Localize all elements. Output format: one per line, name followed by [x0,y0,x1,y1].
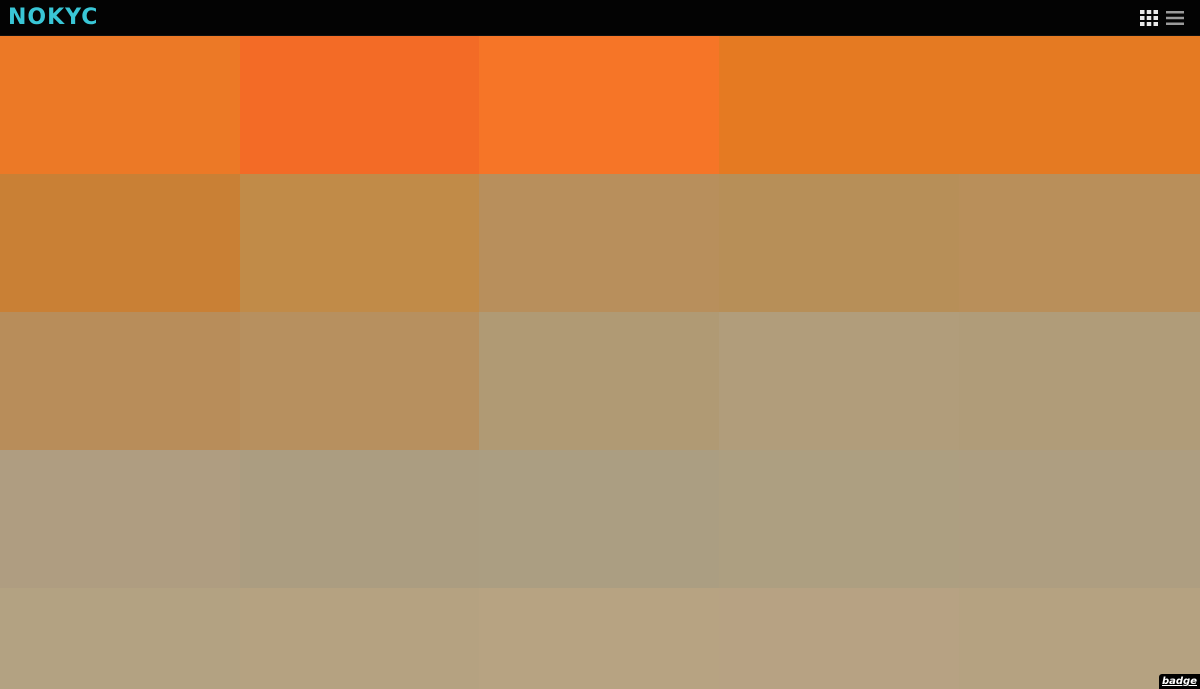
color-tile[interactable] [959,174,1200,312]
color-tile[interactable] [959,450,1200,588]
logo[interactable]: NOKYC [8,6,98,30]
logo-text: NOKYC [8,5,99,30]
color-tile[interactable] [240,312,479,450]
badge-link[interactable]: badge [1158,674,1200,689]
hamburger-menu-icon[interactable] [1166,9,1184,27]
color-tile[interactable] [479,450,719,588]
grid-icon[interactable] [1140,9,1158,27]
color-tile[interactable] [719,174,959,312]
color-tile[interactable] [240,174,479,312]
color-tile[interactable] [959,36,1200,174]
color-tile[interactable] [719,36,959,174]
color-tile[interactable] [719,588,959,689]
color-palette-grid [0,36,1200,689]
color-tile[interactable] [479,174,719,312]
color-tile[interactable] [479,36,719,174]
color-tile[interactable] [719,450,959,588]
top-icons [1140,9,1184,27]
color-tile[interactable] [240,450,479,588]
color-tile[interactable] [479,312,719,450]
color-tile[interactable] [0,312,240,450]
color-tile[interactable] [0,588,240,689]
color-tile[interactable] [0,450,240,588]
color-tile[interactable] [240,36,479,174]
color-tile[interactable] [240,588,479,689]
page: NOKYC badge [0,0,1200,689]
color-tile[interactable] [479,588,719,689]
color-tile[interactable] [0,36,240,174]
color-tile[interactable] [0,174,240,312]
color-tile[interactable] [719,312,959,450]
color-tile[interactable] [959,312,1200,450]
top-bar: NOKYC [0,0,1200,36]
